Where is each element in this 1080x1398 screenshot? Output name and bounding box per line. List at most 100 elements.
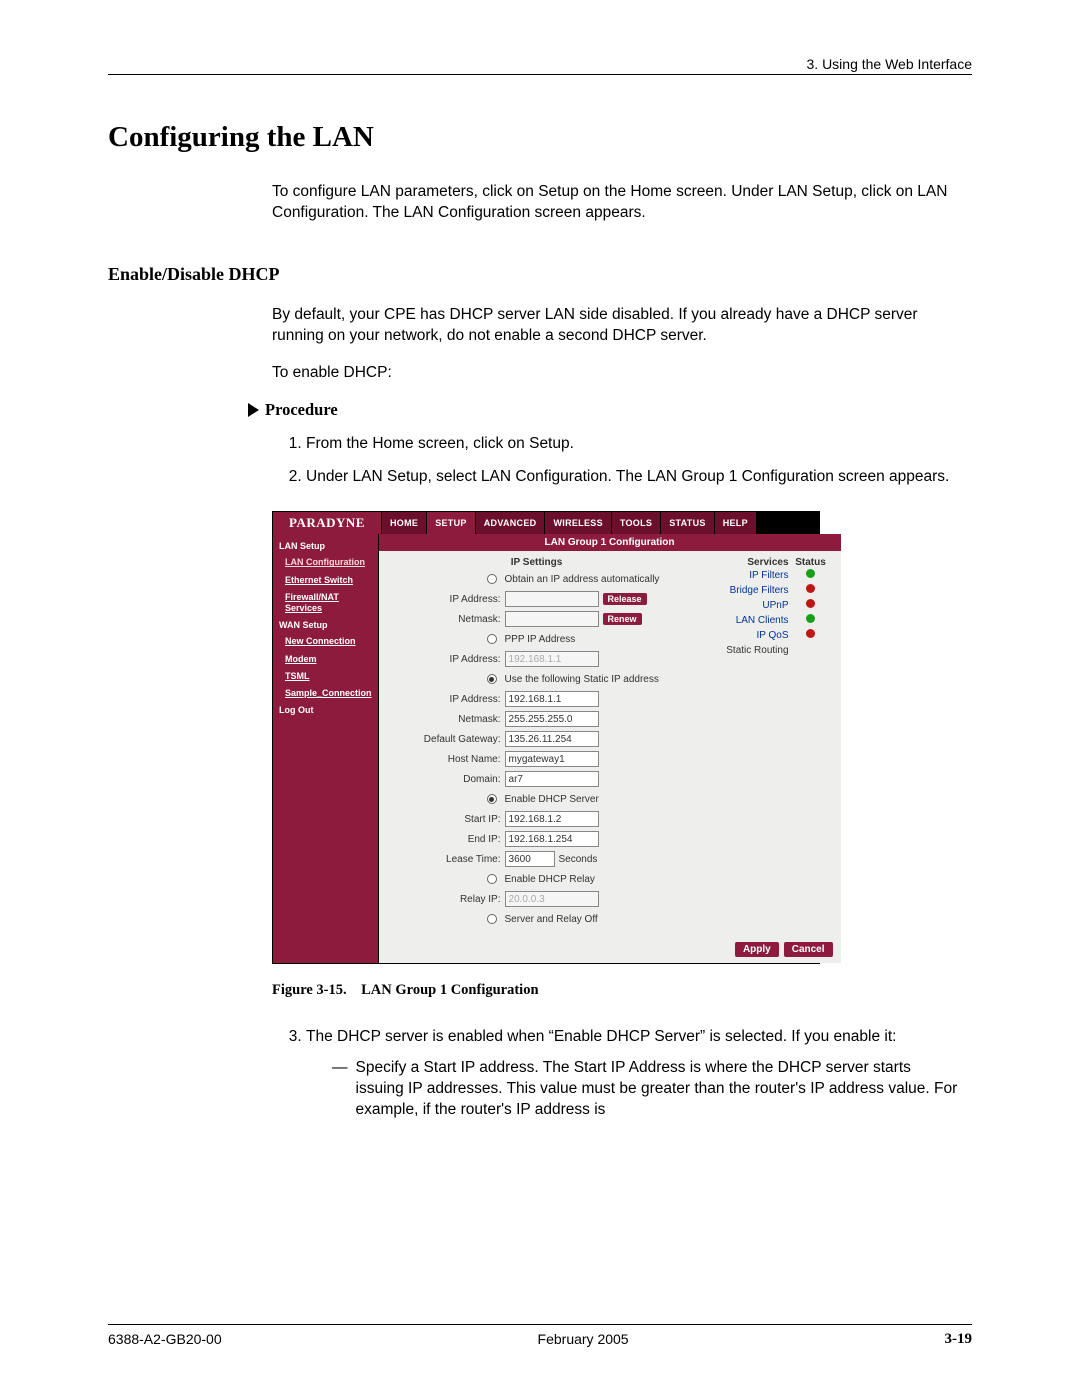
radio-ppp-ip-label: PPP IP Address — [505, 634, 576, 645]
service-lan-clients[interactable]: LAN Clients — [707, 613, 789, 628]
procedure-step-1: From the Home screen, click on Setup. — [306, 434, 972, 455]
input-domain[interactable]: ar7 — [505, 771, 599, 787]
radio-static-ip[interactable] — [487, 674, 497, 684]
brand-logo: PARADYNE — [273, 512, 382, 534]
services-column: Services Status IP Filters Bridge Filter… — [687, 557, 833, 930]
sidebar-item-sample[interactable]: Sample_Connection — [273, 685, 378, 702]
renew-button[interactable]: Renew — [603, 613, 642, 625]
tab-setup[interactable]: SETUP — [427, 512, 476, 534]
label-seconds: Seconds — [559, 854, 598, 865]
footer-date: February 2005 — [538, 1331, 629, 1348]
procedure-list-continued: The DHCP server is enabled when “Enable … — [306, 1027, 972, 1121]
procedure-step-3: The DHCP server is enabled when “Enable … — [306, 1027, 972, 1121]
radio-dhcp-relay-label: Enable DHCP Relay — [505, 874, 595, 885]
input-static-ip[interactable]: 192.168.1.1 — [505, 691, 599, 707]
sidebar-item-ethernet[interactable]: Ethernet Switch — [273, 572, 378, 589]
sidebar-item-modem[interactable]: Modem — [273, 651, 378, 668]
input-ip-address-ppp[interactable]: 192.168.1.1 — [505, 651, 599, 667]
label-end-ip: End IP: — [387, 834, 505, 845]
status-dot-icon — [806, 584, 815, 593]
release-button[interactable]: Release — [603, 593, 647, 605]
input-end-ip[interactable]: 192.168.1.254 — [505, 831, 599, 847]
sidebar-heading-lan: LAN Setup — [273, 538, 378, 554]
status-dot-icon — [806, 614, 815, 623]
sidebar: LAN Setup LAN Configuration Ethernet Swi… — [273, 534, 379, 963]
tab-advanced[interactable]: ADVANCED — [476, 512, 546, 534]
radio-ppp-ip[interactable] — [487, 634, 497, 644]
sub-bullet-1: — Specify a Start IP address. The Start … — [332, 1058, 962, 1121]
tab-wireless[interactable]: WIRELESS — [545, 512, 611, 534]
tab-help[interactable]: HELP — [715, 512, 757, 534]
sidebar-item-new-connection[interactable]: New Connection — [273, 633, 378, 650]
dhcp-paragraph-2: To enable DHCP: — [272, 363, 972, 384]
status-dot-icon — [806, 599, 815, 608]
status-heading: Status — [789, 557, 833, 568]
procedure-list: From the Home screen, click on Setup. Un… — [306, 434, 972, 488]
services-heading: Services — [707, 557, 789, 568]
radio-dhcp-relay[interactable] — [487, 874, 497, 884]
service-ip-filters[interactable]: IP Filters — [707, 568, 789, 583]
tab-home[interactable]: HOME — [382, 512, 427, 534]
status-dot-icon — [806, 569, 815, 578]
sidebar-logout[interactable]: Log Out — [273, 702, 378, 718]
label-netmask-1: Netmask: — [387, 614, 505, 625]
figure-screenshot: PARADYNE HOME SETUP ADVANCED WIRELESS TO… — [272, 511, 820, 964]
label-domain: Domain: — [387, 774, 505, 785]
chapter-header: 3. Using the Web Interface — [108, 56, 972, 75]
service-upnp[interactable]: UPnP — [707, 598, 789, 613]
triangle-right-icon — [248, 403, 259, 417]
page-title-h1: Configuring the LAN — [108, 121, 972, 154]
tab-tools[interactable]: TOOLS — [612, 512, 661, 534]
service-static-routing: Static Routing — [707, 643, 789, 658]
tab-filler — [757, 512, 819, 534]
radio-auto-ip[interactable] — [487, 574, 497, 584]
radio-dhcp-server[interactable] — [487, 794, 497, 804]
input-ip-address-1[interactable] — [505, 591, 599, 607]
sidebar-item-tsml[interactable]: TSML — [273, 668, 378, 685]
label-lease-time: Lease Time: — [387, 854, 505, 865]
radio-server-relay-off-label: Server and Relay Off — [505, 914, 598, 925]
sidebar-item-firewall[interactable]: Firewall/NAT Services — [273, 589, 378, 618]
intro-paragraph: To configure LAN parameters, click on Se… — [272, 182, 972, 224]
input-default-gw[interactable]: 135.26.11.254 — [505, 731, 599, 747]
dhcp-paragraph-1: By default, your CPE has DHCP server LAN… — [272, 305, 972, 347]
main-panel: LAN Group 1 Configuration IP Settings Ob… — [379, 534, 841, 963]
input-lease-time[interactable]: 3600 — [505, 851, 555, 867]
procedure-heading: Procedure — [248, 400, 972, 420]
radio-auto-ip-label: Obtain an IP address automatically — [505, 574, 660, 585]
dash-icon: — — [332, 1058, 348, 1121]
label-static-netmask: Netmask: — [387, 714, 505, 725]
panel-title: LAN Group 1 Configuration — [379, 534, 841, 551]
input-static-netmask[interactable]: 255.255.255.0 — [505, 711, 599, 727]
page-footer: 6388-A2-GB20-00 February 2005 3-19 — [108, 1324, 972, 1348]
footer-doc-id: 6388-A2-GB20-00 — [108, 1331, 222, 1348]
procedure-label: Procedure — [265, 400, 338, 420]
procedure-step-2: Under LAN Setup, select LAN Configuratio… — [306, 467, 972, 488]
footer-page-number: 3-19 — [944, 1331, 972, 1348]
label-ip-address-ppp: IP Address: — [387, 654, 505, 665]
label-default-gw: Default Gateway: — [387, 734, 505, 745]
status-dot-icon — [806, 629, 815, 638]
input-netmask-1[interactable] — [505, 611, 599, 627]
service-ip-qos[interactable]: IP QoS — [707, 628, 789, 643]
section-heading-dhcp: Enable/Disable DHCP — [108, 264, 972, 285]
label-static-ip: IP Address: — [387, 694, 505, 705]
tab-status[interactable]: STATUS — [661, 512, 714, 534]
input-relay-ip[interactable]: 20.0.0.3 — [505, 891, 599, 907]
sidebar-heading-wan: WAN Setup — [273, 617, 378, 633]
ip-settings-heading: IP Settings — [387, 557, 687, 568]
top-tabs: HOME SETUP ADVANCED WIRELESS TOOLS STATU… — [382, 512, 819, 534]
radio-server-relay-off[interactable] — [487, 914, 497, 924]
input-start-ip[interactable]: 192.168.1.2 — [505, 811, 599, 827]
radio-dhcp-server-label: Enable DHCP Server — [505, 794, 599, 805]
service-bridge-filters[interactable]: Bridge Filters — [707, 583, 789, 598]
radio-static-ip-label: Use the following Static IP address — [505, 674, 659, 685]
label-host-name: Host Name: — [387, 754, 505, 765]
label-relay-ip: Relay IP: — [387, 894, 505, 905]
label-start-ip: Start IP: — [387, 814, 505, 825]
cancel-button[interactable]: Cancel — [784, 942, 833, 957]
apply-button[interactable]: Apply — [735, 942, 779, 957]
step-3-text: The DHCP server is enabled when “Enable … — [306, 1028, 896, 1045]
sidebar-item-lan-config[interactable]: LAN Configuration — [273, 554, 378, 571]
input-host-name[interactable]: mygateway1 — [505, 751, 599, 767]
